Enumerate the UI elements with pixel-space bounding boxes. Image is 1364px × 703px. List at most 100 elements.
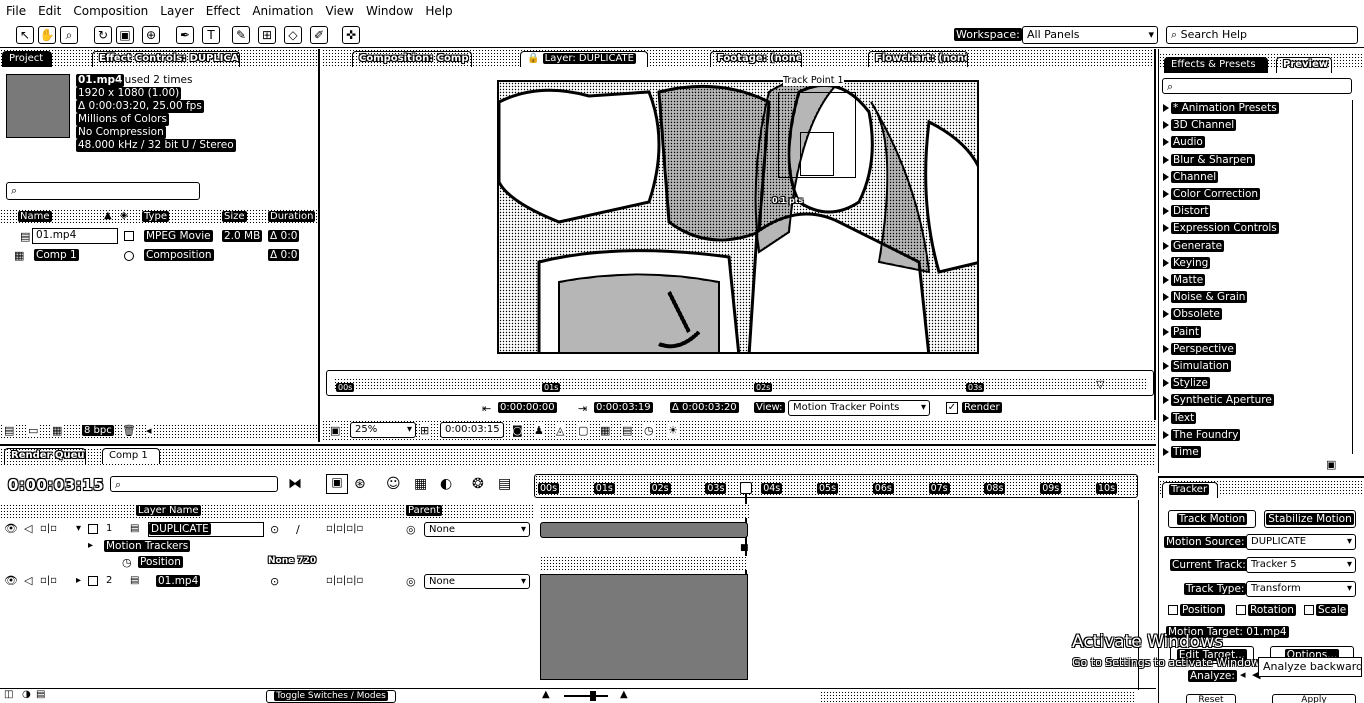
effects-category-item[interactable]: Perspective (1163, 342, 1236, 358)
menu-view[interactable]: View (320, 4, 360, 18)
apply-button[interactable]: Apply (1272, 694, 1356, 703)
solo-lock-icon[interactable]: ▫|▫ (40, 575, 57, 586)
menu-layer[interactable]: Layer (154, 4, 199, 18)
toggle-switches-modes-button[interactable]: Toggle Switches / Modes (266, 690, 396, 703)
roto-brush-tool-icon[interactable]: ✐ (310, 26, 328, 44)
render-checkbox[interactable]: ✓ (946, 402, 958, 414)
tab-tracker[interactable]: Tracker (1162, 482, 1218, 498)
rotation-checkbox[interactable]: Rotation (1236, 604, 1296, 616)
workspace-select[interactable]: All Panels ▾ (1022, 26, 1158, 44)
live-update-icon[interactable]: ▣ (326, 474, 348, 494)
position-property[interactable]: ◷ Position None 720 (0, 555, 534, 571)
exposure-icon[interactable]: ☀ (668, 424, 678, 437)
effects-category-item[interactable]: Simulation (1163, 359, 1231, 375)
in-point-time[interactable]: 0:00:00:00 (498, 402, 557, 413)
safe-zones-icon[interactable]: ⊞ (420, 424, 430, 437)
col-parent[interactable]: Parent (406, 505, 443, 516)
hand-tool-icon[interactable]: ✋ (38, 26, 56, 44)
snapshot-icon[interactable]: ◙ (512, 424, 523, 437)
rotate-tool-icon[interactable]: ↻ (94, 26, 112, 44)
toggle-mask-icon[interactable]: ▤ (622, 424, 633, 437)
brainstorm-icon[interactable]: ❂ (472, 476, 484, 492)
tab-comp-1[interactable]: Comp 1 (102, 448, 160, 464)
motion-source-select[interactable]: DUPLICATE ▾ (1246, 534, 1356, 550)
timeline-horizontal-scrollbar[interactable] (820, 691, 1136, 702)
twirl-right-icon[interactable]: ▸ (88, 540, 93, 551)
effects-category-item[interactable]: Audio (1163, 135, 1205, 151)
playhead-icon[interactable]: ▽ (1096, 378, 1104, 391)
pickwhip-icon[interactable]: ◎ (406, 575, 416, 588)
switches-icon[interactable]: ▫|▫|▫|▫ (326, 523, 363, 534)
tab-effect-controls[interactable]: Effect Controls: DUPLICATE (92, 51, 240, 67)
interpret-footage-icon[interactable]: ▤ (4, 424, 15, 437)
eye-icon[interactable]: 👁 (4, 574, 18, 587)
effects-category-item[interactable]: Blur & Sharpen (1163, 153, 1255, 169)
tab-composition[interactable]: Composition: Comp 1 (352, 51, 472, 67)
table-row[interactable]: ▤ 01.mp4 MPEG Movie 2.0 MB Δ 0:0 (0, 228, 318, 246)
new-folder-icon[interactable]: ▭ (28, 424, 39, 437)
menu-composition[interactable]: Composition (67, 4, 154, 18)
zoom-in-icon[interactable]: ▲ (620, 689, 628, 700)
set-in-icon[interactable]: ⇤ (482, 402, 491, 415)
pan-behind-tool-icon[interactable]: ⊕ (142, 26, 160, 44)
region-of-interest-icon[interactable]: ▢ (578, 424, 589, 437)
analyze-backward-frame-icon[interactable]: ◂ (1240, 668, 1246, 681)
effects-category-item[interactable]: Expression Controls (1163, 221, 1279, 237)
zoom-out-icon[interactable]: ▲ (542, 689, 550, 700)
motion-blur-icon[interactable]: ◐ (440, 476, 452, 492)
effects-search-input[interactable]: ⌕ (1162, 78, 1352, 94)
parent-select[interactable]: None ▾ (424, 522, 530, 537)
stopwatch-icon[interactable]: ◷ (122, 556, 132, 569)
layer-row[interactable]: 👁 ◁ ▫|▫ ▸ 2 ▤ 01.mp4 ⊙ ▫|▫|▫|▫ ◎ None ▾ (0, 573, 534, 591)
zoom-select[interactable]: 25% ▾ (350, 422, 416, 438)
new-composition-icon[interactable]: ▦ (52, 424, 63, 437)
motion-trackers-group[interactable]: ▸ Motion Trackers (0, 539, 534, 555)
menu-help[interactable]: Help (419, 4, 458, 18)
toggle-panes-icon[interactable]: ◫ (4, 689, 13, 700)
camera-tool-icon[interactable]: ▣ (116, 26, 134, 44)
comp-mini-flowchart-icon[interactable]: ⧓ (288, 476, 302, 492)
layer-preview-frame[interactable] (497, 80, 979, 354)
audio-icon[interactable]: ◁ (24, 522, 32, 535)
set-out-icon[interactable]: ⇥ (578, 402, 587, 415)
eraser-tool-icon[interactable]: ◇ (284, 26, 302, 44)
menu-window[interactable]: Window (360, 4, 419, 18)
scroll-left-icon[interactable]: ◂ (146, 424, 152, 437)
effects-category-item[interactable]: * Animation Presets (1163, 101, 1279, 117)
search-help-input[interactable]: ⌕ Search Help (1166, 26, 1358, 44)
eye-icon[interactable]: 👁 (4, 522, 18, 535)
menu-effect[interactable]: Effect (200, 4, 247, 18)
view-select[interactable]: Motion Tracker Points ▾ (788, 400, 930, 416)
layer-name[interactable]: 01.mp4 (156, 575, 201, 587)
effects-category-item[interactable]: Synthetic Aperture (1163, 393, 1274, 409)
timeline-current-time[interactable]: 0:00:03:15 (8, 476, 104, 494)
scale-checkbox[interactable]: Scale (1304, 604, 1349, 616)
tab-project[interactable]: Project (2, 51, 52, 67)
layer-bar[interactable] (540, 522, 748, 538)
expand-collapse-icon[interactable]: ◑ (22, 689, 31, 700)
current-time-field[interactable]: 0:00:03:15 (440, 422, 504, 438)
pickwhip-icon[interactable]: ◎ (406, 523, 416, 536)
audio-icon[interactable]: ◁ (24, 574, 32, 587)
selection-tool-icon[interactable]: ↖ (16, 26, 34, 44)
pen-tool-icon[interactable]: ✒ (176, 26, 194, 44)
effects-category-item[interactable]: 3D Channel (1163, 118, 1237, 134)
playhead-icon[interactable] (740, 482, 752, 494)
effects-category-item[interactable]: Obsolete (1163, 307, 1222, 323)
effects-category-item[interactable]: Distort (1163, 204, 1211, 220)
layer-bar[interactable] (540, 574, 748, 680)
track-point-feature-region[interactable] (800, 132, 834, 176)
effects-category-item[interactable]: Time (1163, 445, 1201, 461)
switches-icon[interactable]: ▫|▫|▫|▫ (326, 575, 363, 586)
effects-category-item[interactable]: The Foundry (1163, 428, 1241, 444)
clone-stamp-tool-icon[interactable]: ⊞ (258, 26, 276, 44)
channel-icon[interactable]: ◬ (556, 424, 565, 437)
tab-render-queue[interactable]: Render Queue (4, 448, 86, 464)
stabilize-motion-button[interactable]: Stabilize Motion (1264, 510, 1356, 528)
menu-edit[interactable]: Edit (32, 4, 67, 18)
zoom-slider[interactable] (564, 695, 608, 697)
puppet-pin-tool-icon[interactable]: ✜ (342, 26, 360, 44)
label-color-swatch[interactable] (124, 231, 134, 241)
always-preview-icon[interactable]: ▣ (330, 424, 341, 437)
tab-flowchart[interactable]: Flowchart: (none) (868, 51, 968, 67)
